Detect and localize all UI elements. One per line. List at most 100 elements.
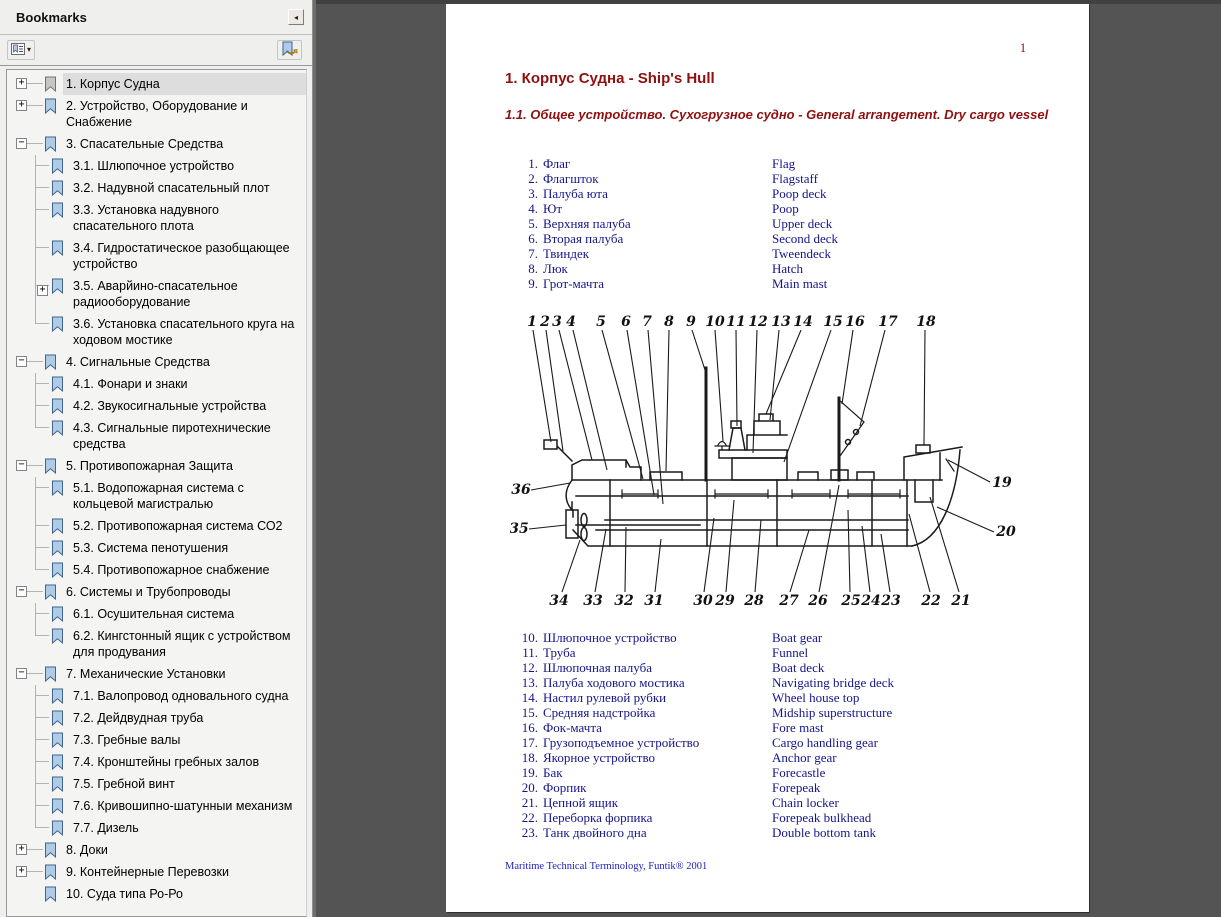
- glossary-term-en: Fore mast: [772, 720, 824, 735]
- tree-connector-stub: [27, 673, 43, 675]
- bookmark-item[interactable]: 7.3. Гребные валы: [7, 729, 306, 751]
- glossary-term-ru: Твиндек: [543, 246, 589, 261]
- bookmark-item[interactable]: 5.2. Противопожарная система СО2: [7, 515, 306, 537]
- glossary-row: 21.Цепной ящикChain locker: [507, 795, 699, 810]
- glossary-term-ru: Переборка форпика: [543, 810, 652, 825]
- glossary-term-en: Boat gear: [772, 630, 822, 645]
- bookmark-item[interactable]: 3.6. Установка спасательного круга на хо…: [7, 313, 306, 351]
- bookmark-item[interactable]: +8. Доки: [7, 839, 306, 861]
- bookmark-item[interactable]: 3.1. Шлюпочное устройство: [7, 155, 306, 177]
- glossary-number: 13.: [507, 675, 538, 690]
- bookmark-label: 7.1. Валопровод одновального судна: [70, 685, 306, 707]
- bookmark-label: 3.2. Надувной спасательный плот: [70, 177, 306, 199]
- glossary-number: 23.: [507, 825, 538, 840]
- bookmark-label: 3. Спасательные Средства: [63, 133, 306, 155]
- bookmark-item[interactable]: 4.2. Звукосигнальные устройства: [7, 395, 306, 417]
- bookmark-label: 6.2. Кингстонный ящик с устройством для …: [70, 625, 306, 663]
- bookmark-item[interactable]: 3.4. Гидростатическое разобщающее устрой…: [7, 237, 306, 275]
- bookmark-item[interactable]: 4.3. Сигнальные пиротехнические средства: [7, 417, 306, 455]
- bookmark-item[interactable]: 7.1. Валопровод одновального судна: [7, 685, 306, 707]
- bookmark-item[interactable]: 7.4. Кронштейны гребных залов: [7, 751, 306, 773]
- tree-connector-stub: [27, 465, 43, 467]
- hide-panel-button[interactable]: ◂: [288, 9, 304, 25]
- bookmark-item[interactable]: −5. Противопожарная Защита: [7, 455, 306, 477]
- glossary-row: 14.Настил рулевой рубкиWheel house top: [507, 690, 699, 705]
- leader-line-28: [755, 520, 761, 592]
- glossary-number: 5.: [507, 216, 538, 231]
- diagram-label-31: 31: [644, 593, 663, 609]
- bookmark-item[interactable]: 7.2. Дейдвудная труба: [7, 707, 306, 729]
- bookmark-item[interactable]: −6. Системы и Трубопроводы: [7, 581, 306, 603]
- glossary-row: 19.БакForecastle: [507, 765, 699, 780]
- leader-line-5: [602, 330, 643, 479]
- bookmark-item[interactable]: 7.6. Кривошипно-шатунныи механизм: [7, 795, 306, 817]
- diagram-label-25: 25: [840, 593, 860, 609]
- leader-line-18: [924, 330, 925, 445]
- collapse-minus-icon[interactable]: −: [16, 356, 27, 367]
- expand-plus-icon[interactable]: +: [37, 285, 48, 296]
- bookmark-list-icon: [11, 42, 25, 59]
- expand-plus-icon[interactable]: +: [16, 100, 27, 111]
- expand-plus-icon[interactable]: +: [16, 78, 27, 89]
- bookmark-item[interactable]: 5.4. Противопожарное снабжение: [7, 559, 306, 581]
- bookmark-item[interactable]: 3.3. Установка надувного спасательного п…: [7, 199, 306, 237]
- bookmark-item[interactable]: − 3. Спасательные Средства: [7, 133, 306, 155]
- bookmark-item[interactable]: 6.2. Кингстонный ящик с устройством для …: [7, 625, 306, 663]
- leader-line-34: [562, 540, 580, 592]
- bookmark-item[interactable]: 4.1. Фонари и знаки: [7, 373, 306, 395]
- glossary-number: 3.: [507, 186, 538, 201]
- bookmark-item[interactable]: +3.5. Аварйино-спасательное радиооборудо…: [7, 275, 306, 313]
- bookmark-label: 2. Устройство, Оборудование и Снабжение: [63, 95, 306, 133]
- expand-plus-icon[interactable]: +: [16, 844, 27, 855]
- leader-line-31: [655, 539, 661, 592]
- collapse-minus-icon[interactable]: −: [16, 460, 27, 471]
- diagram-label-32: 32: [614, 593, 634, 609]
- expand-current-bookmark-button[interactable]: [277, 40, 302, 60]
- bookmark-item[interactable]: 5.3. Система пенотушения: [7, 537, 306, 559]
- glossary-term-en: Poop deck: [772, 186, 827, 201]
- glossary-number: 10.: [507, 630, 538, 645]
- diagram-label-27: 27: [778, 593, 799, 609]
- collapse-minus-icon[interactable]: −: [16, 668, 27, 679]
- expand-plus-icon[interactable]: +: [16, 866, 27, 877]
- bookmark-label: 5.3. Система пенотушения: [70, 537, 306, 559]
- bookmark-item[interactable]: 5.1. Водопожарная система с кольцевой ма…: [7, 477, 306, 515]
- bookmark-icon: [51, 376, 64, 392]
- document-pane[interactable]: 1 1. Корпус Судна - Ship's Hull 1.1. Общ…: [316, 0, 1221, 917]
- bookmark-label: 7.4. Кронштейны гребных залов: [70, 751, 306, 773]
- collapse-arrow-icon: ◂: [294, 13, 298, 22]
- derrick-block: [854, 430, 859, 435]
- bookmark-item[interactable]: 7.5. Гребной винт: [7, 773, 306, 795]
- bookmark-item[interactable]: 3.2. Надувной спасательный плот: [7, 177, 306, 199]
- glossary-row: 5.Верхняя палубаUpper deck: [507, 216, 631, 231]
- bookmark-item[interactable]: 7.7. Дизель: [7, 817, 306, 839]
- bookmark-item[interactable]: −7. Механические Установки: [7, 663, 306, 685]
- glossary-term-en: Second deck: [772, 231, 838, 246]
- glossary-row: 1.ФлагFlag: [507, 156, 631, 171]
- flagstaff: [556, 445, 572, 461]
- ship-drawing: [544, 368, 962, 546]
- bookmarks-options-button[interactable]: ▾: [7, 40, 35, 60]
- tree-connector-stub: [27, 361, 43, 363]
- bookmark-label: 3.6. Установка спасательного круга на хо…: [70, 313, 306, 351]
- collapse-minus-icon[interactable]: −: [16, 138, 27, 149]
- bookmark-item[interactable]: −4. Сигнальные Средства: [7, 351, 306, 373]
- bookmark-item[interactable]: 6.1. Осушительная система: [7, 603, 306, 625]
- tree-connector: [35, 559, 50, 581]
- bookmark-label: 1. Корпус Судна: [63, 73, 306, 95]
- diagram-label-29: 29: [714, 593, 735, 609]
- leader-line-36: [531, 483, 570, 490]
- bookmark-item[interactable]: +2. Устройство, Оборудование и Снабжение: [7, 95, 306, 133]
- bookmark-item[interactable]: +1. Корпус Судна: [7, 73, 306, 95]
- bookmark-item[interactable]: +9. Контейнерные Перевозки: [7, 861, 306, 883]
- collapse-minus-icon[interactable]: −: [16, 586, 27, 597]
- bookmark-item[interactable]: 10. Суда типа Ро-Ро: [7, 883, 306, 905]
- leader-line-9: [692, 330, 705, 370]
- tree-connector: [35, 537, 50, 559]
- leader-line-22: [909, 514, 930, 592]
- tree-connector: [35, 751, 50, 773]
- leader-line-35: [529, 525, 566, 529]
- bookmark-label: 7.5. Гребной винт: [70, 773, 306, 795]
- diagram-label-18: 18: [916, 314, 936, 330]
- glossary-term-ru: Форпик: [543, 780, 587, 795]
